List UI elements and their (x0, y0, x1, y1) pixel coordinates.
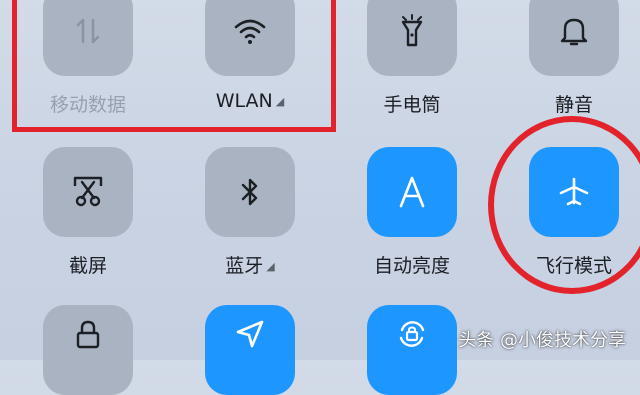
bluetooth-label: 蓝牙 ◢ (225, 255, 275, 277)
bluetooth-toggle[interactable] (205, 147, 295, 237)
auto-brightness-label: 自动亮度 (373, 255, 450, 277)
highlight-rectangle (12, 0, 336, 132)
flashlight-toggle[interactable] (367, 0, 457, 76)
screenshot-toggle[interactable] (43, 147, 133, 237)
flashlight-label: 手电筒 (383, 94, 441, 116)
location-arrow-icon (235, 319, 265, 349)
mute-label: 静音 (554, 94, 593, 116)
watermark: 头条 @小俊技术分享 (458, 330, 626, 351)
bell-icon (560, 15, 588, 47)
lock-icon (75, 319, 101, 349)
bluetooth-icon (239, 176, 261, 208)
screenshot-label: 截屏 (68, 255, 107, 277)
rotation-lock-icon (396, 318, 428, 350)
rotation-lock-toggle[interactable] (367, 305, 457, 395)
expand-triangle-icon: ◢ (266, 260, 275, 273)
location-toggle[interactable] (205, 305, 295, 395)
auto-brightness-toggle[interactable] (367, 147, 457, 237)
mute-toggle[interactable] (529, 0, 619, 76)
screenshot-scissors-icon (73, 176, 103, 208)
flashlight-icon (400, 14, 424, 48)
lock-toggle[interactable] (43, 305, 133, 395)
brightness-a-icon (397, 176, 427, 208)
